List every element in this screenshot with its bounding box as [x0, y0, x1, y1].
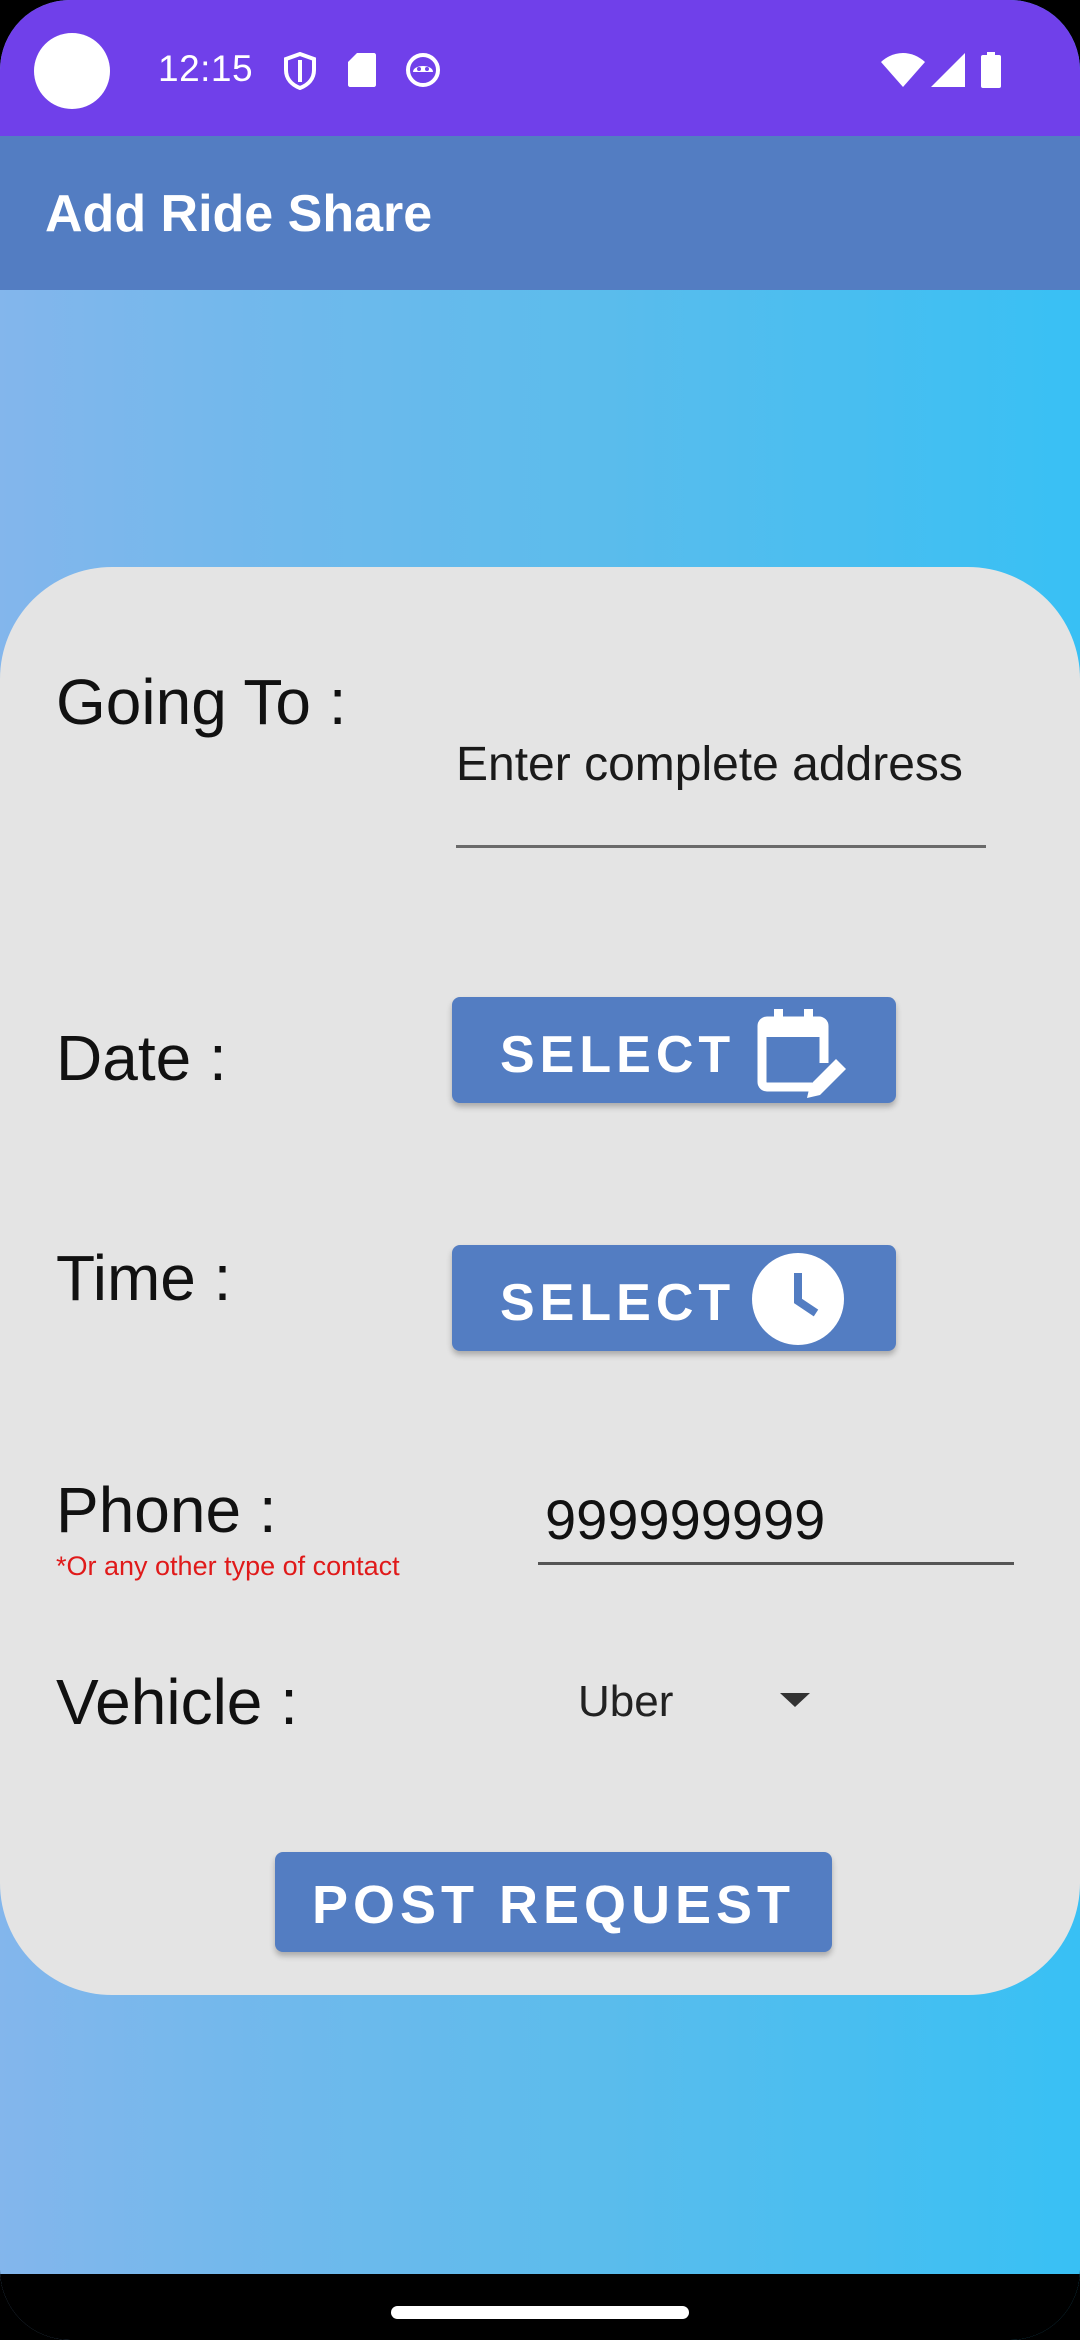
sd-card-icon: [347, 52, 377, 93]
calendar-edit-icon: [752, 1003, 852, 1108]
page-title: Add Ride Share: [45, 185, 433, 243]
app-screen: 12:15 Add Ride Share Going To: Enter co…: [0, 0, 1080, 2340]
going-to-label: Going To :: [56, 666, 347, 738]
navigation-bar: [0, 2274, 1080, 2340]
wifi-icon: [880, 52, 926, 93]
select-date-button-label: SELECT: [500, 1026, 736, 1084]
phone-input[interactable]: 999999999: [545, 1487, 825, 1552]
date-label: Date :: [56, 1022, 227, 1094]
phone-input-underline: [538, 1562, 1014, 1565]
app-bar: Add Ride Share: [0, 136, 1080, 290]
status-bar: 12:15: [0, 0, 1080, 136]
vpn-shield-icon: [283, 51, 317, 95]
post-request-button-label: POST REQUEST: [311, 1875, 796, 1935]
select-date-button[interactable]: SELECT: [452, 997, 896, 1103]
contact-note: *Or any other type of contact: [56, 1551, 400, 1581]
camera-cutout: [34, 33, 110, 109]
address-input-underline: [456, 845, 986, 848]
clock-icon: [752, 1251, 852, 1356]
vehicle-label: Vehicle :: [56, 1666, 298, 1738]
address-input[interactable]: Enter complete address: [456, 737, 963, 792]
home-gesture-handle[interactable]: [391, 2306, 689, 2319]
dropdown-arrow-icon: [780, 1693, 810, 1714]
status-clock: 12:15: [158, 48, 254, 89]
ride-share-form-card: Going To : Enter complete address Date :…: [0, 567, 1080, 1995]
vehicle-dropdown[interactable]: Uber: [578, 1677, 838, 1747]
vehicle-selected-value: Uber: [578, 1677, 674, 1726]
android-debug-icon: [405, 52, 441, 93]
battery-icon: [980, 52, 1002, 93]
phone-label: Phone :: [56, 1474, 277, 1546]
cell-signal-icon: [930, 52, 966, 93]
select-time-button-label: SELECT: [500, 1274, 736, 1332]
post-request-button[interactable]: POST REQUEST: [275, 1852, 832, 1952]
select-time-button[interactable]: SELECT: [452, 1245, 896, 1351]
time-label: Time :: [56, 1242, 232, 1314]
